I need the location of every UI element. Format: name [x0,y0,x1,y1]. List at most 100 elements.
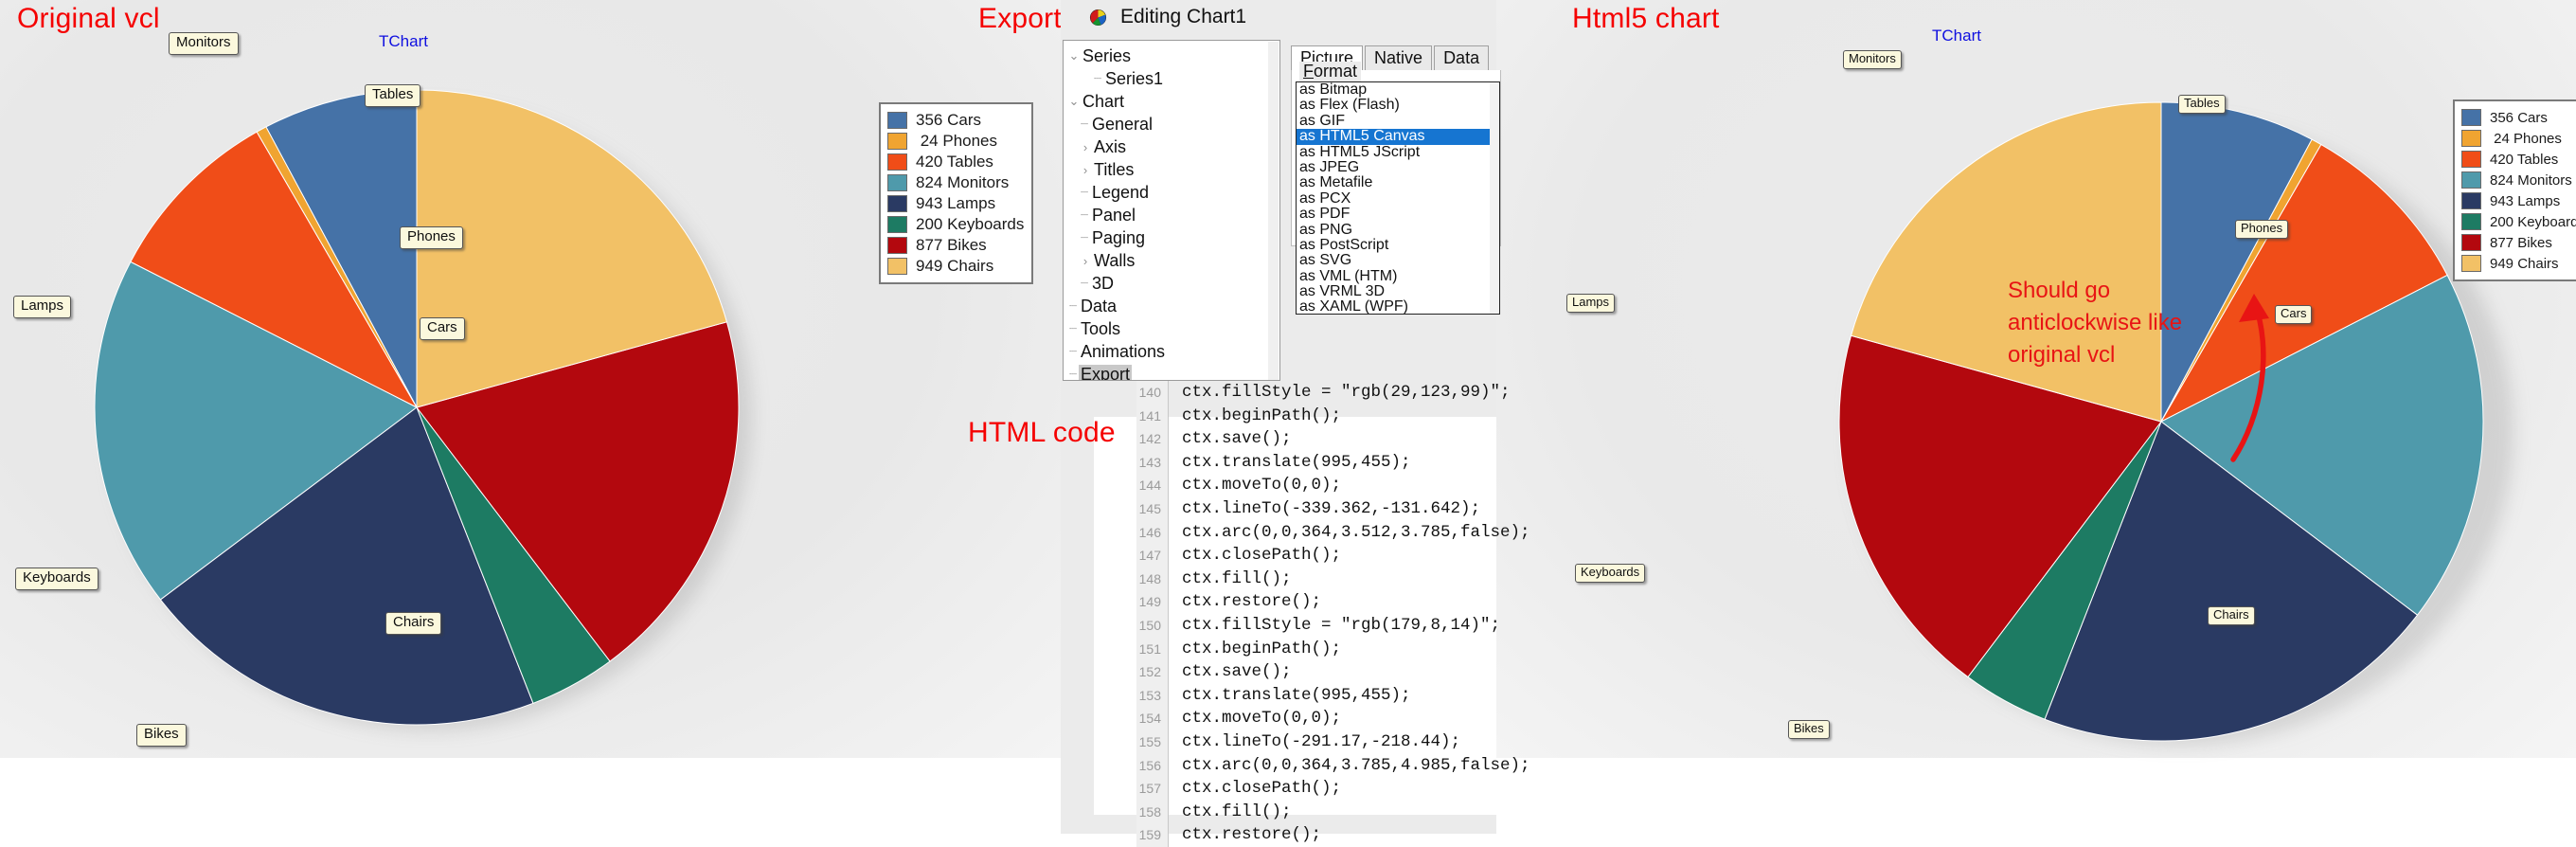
legend-label: 943 Lamps [916,194,996,212]
format-option-as-gif[interactable]: as GIF [1297,113,1499,129]
code-line-text: ctx.closePath(); [1182,779,1342,799]
chevron-right-icon[interactable]: › [1079,163,1092,177]
format-option-as-metafile[interactable]: as Metafile [1297,174,1499,190]
code-line-number: 146 [1136,520,1169,545]
mark-label-bikes-left: Bikes [136,724,187,747]
legend-color-swatch [887,216,907,233]
tree-line-icon: ┈ [1081,207,1088,222]
tree-line-icon: ┈ [1081,230,1088,244]
legend-label: 356 Cars [916,111,981,129]
format-option-as-vml-htm-[interactable]: as VML (HTM) [1297,268,1499,284]
code-line-text: ctx.restore(); [1182,825,1322,845]
format-option-as-pdf[interactable]: as PDF [1297,206,1499,222]
code-line: 147 ctx.closePath(); [1136,544,1610,568]
format-option-as-png[interactable]: as PNG [1297,222,1499,238]
code-line-text: ctx.arc(0,0,364,3.785,4.985,false); [1182,755,1530,775]
code-line-number: 155 [1136,730,1169,754]
tree-item-animations[interactable]: ┈ Animations [1067,340,1266,363]
chevron-down-icon[interactable]: ⌄ [1067,94,1081,109]
format-option-as-html5-jscript[interactable]: as HTML5 JScript [1297,144,1499,160]
tree-item-panel[interactable]: ┈ Panel [1067,204,1266,226]
code-line-text: ctx.fill(); [1182,802,1292,821]
tree-item-walls[interactable]: › Walls [1067,249,1266,272]
chevron-down-icon[interactable]: ⌄ [1067,48,1081,63]
tree-item-label: Legend [1092,182,1150,202]
code-line-text: ctx.save(); [1182,662,1292,682]
tree-item-axis[interactable]: › Axis [1067,135,1266,158]
legend-row: 420 Tables [887,152,1024,172]
tab-native[interactable]: Native [1365,45,1433,71]
tree-item-legend[interactable]: ┈ Legend [1067,181,1266,204]
mark-label-lamps-left: Lamps [13,296,72,318]
format-option-as-pcx[interactable]: as PCX [1297,190,1499,207]
format-option-as-bitmap[interactable]: as Bitmap [1297,82,1499,98]
code-line-number: 148 [1136,567,1169,591]
chevron-right-icon[interactable]: › [1079,254,1092,268]
legend-color-swatch [2461,171,2481,189]
legend-row: 200 Keyboards [887,214,1024,235]
code-line-text: ctx.beginPath(); [1182,405,1342,425]
tree-item-chart[interactable]: ⌄ Chart [1067,90,1266,113]
legend-color-swatch [2461,130,2481,147]
format-option-as-xaml-wpf-[interactable]: as XAML (WPF) [1297,299,1499,314]
chevron-right-icon[interactable]: › [1079,140,1092,154]
format-option-as-jpeg[interactable]: as JPEG [1297,159,1499,175]
code-line: 145 ctx.lineTo(-339.362,-131.642); [1136,496,1610,521]
code-line-text: ctx.fill(); [1182,568,1292,588]
code-line-number: 154 [1136,707,1169,730]
code-line-number: 140 [1136,381,1169,405]
right-chart-legend: 356 Cars 24 Phones 420 Tables 824 Monitors… [2453,99,2576,281]
format-option-as-vrml-3d[interactable]: as VRML 3D [1297,283,1499,299]
legend-row: 943 Lamps [2461,190,2576,211]
legend-color-swatch [887,258,907,275]
format-group-label: Format [1299,62,1362,81]
legend-row: 200 Keyboards [2461,211,2576,232]
code-line: 151 ctx.beginPath(); [1136,637,1610,661]
tree-line-icon: ┈ [1069,321,1077,335]
code-line-text: ctx.beginPath(); [1182,639,1342,658]
tree-item-tools[interactable]: ┈ Tools [1067,317,1266,340]
mark-label-monitors-left: Monitors [169,32,239,55]
code-line: 148 ctx.fill(); [1136,567,1610,591]
dialog-title: Editing Chart1 [1120,6,1247,27]
tree-item-export[interactable]: ┈ Export [1067,363,1266,381]
code-line: 152 ctx.save(); [1136,660,1610,684]
tree-item-series[interactable]: ⌄ Series [1067,45,1266,67]
caption-export: Export [978,3,1062,34]
tree-item-3d[interactable]: ┈ 3D [1067,272,1266,295]
legend-color-swatch [2461,234,2481,251]
code-line: 146 ctx.arc(0,0,364,3.512,3.785,false); [1136,520,1610,545]
legend-label: 420 Tables [2490,151,2559,168]
tree-item-series1[interactable]: ┈ Series1 [1067,67,1266,90]
tree-item-label: Paging [1092,227,1146,247]
code-line-text: ctx.translate(995,455); [1182,685,1411,705]
tree-item-paging[interactable]: ┈ Paging [1067,226,1266,249]
code-line-text: ctx.moveTo(0,0); [1182,709,1342,729]
mark-label-chairs-left: Chairs [385,612,442,635]
legend-row: 824 Monitors [887,172,1024,193]
legend-color-swatch [887,195,907,212]
format-list-scrollbar[interactable] [1490,82,1499,314]
tab-data[interactable]: Data [1434,45,1490,71]
tree-line-icon: ┈ [1069,367,1077,381]
export-format-list[interactable]: as Bitmap as Flex (Flash) as GIF as HTML5 C… [1296,81,1500,315]
tree-item-label: Data [1081,296,1118,315]
mark-label-phones-left: Phones [400,226,463,249]
left-pie-chart [85,81,786,744]
tree-line-icon: ┈ [1081,276,1088,290]
format-option-as-flex-flash-[interactable]: as Flex (Flash) [1297,97,1499,113]
legend-label: 200 Keyboards [916,215,1025,233]
mark-label-lamps-right: Lamps [1566,294,1616,313]
tree-item-general[interactable]: ┈ General [1067,113,1266,135]
format-option-as-postscript[interactable]: as PostScript [1297,237,1499,253]
format-option-as-svg[interactable]: as SVG [1297,252,1499,268]
right-white-gap [1496,758,2576,834]
tree-scrollbar[interactable] [1268,42,1279,380]
tree-item-label: Series [1082,45,1132,65]
chart-editor-tree[interactable]: ⌄ Series ┈ Series1 ⌄ Chart ┈ General › Axis › Title… [1063,40,1280,381]
legend-label: 949 Chairs [2490,255,2559,272]
tree-item-data[interactable]: ┈ Data [1067,295,1266,317]
tree-item-titles[interactable]: › Titles [1067,158,1266,181]
code-line: 154 ctx.moveTo(0,0); [1136,707,1610,730]
format-option-as-html5-canvas[interactable]: as HTML5 Canvas [1297,128,1499,145]
